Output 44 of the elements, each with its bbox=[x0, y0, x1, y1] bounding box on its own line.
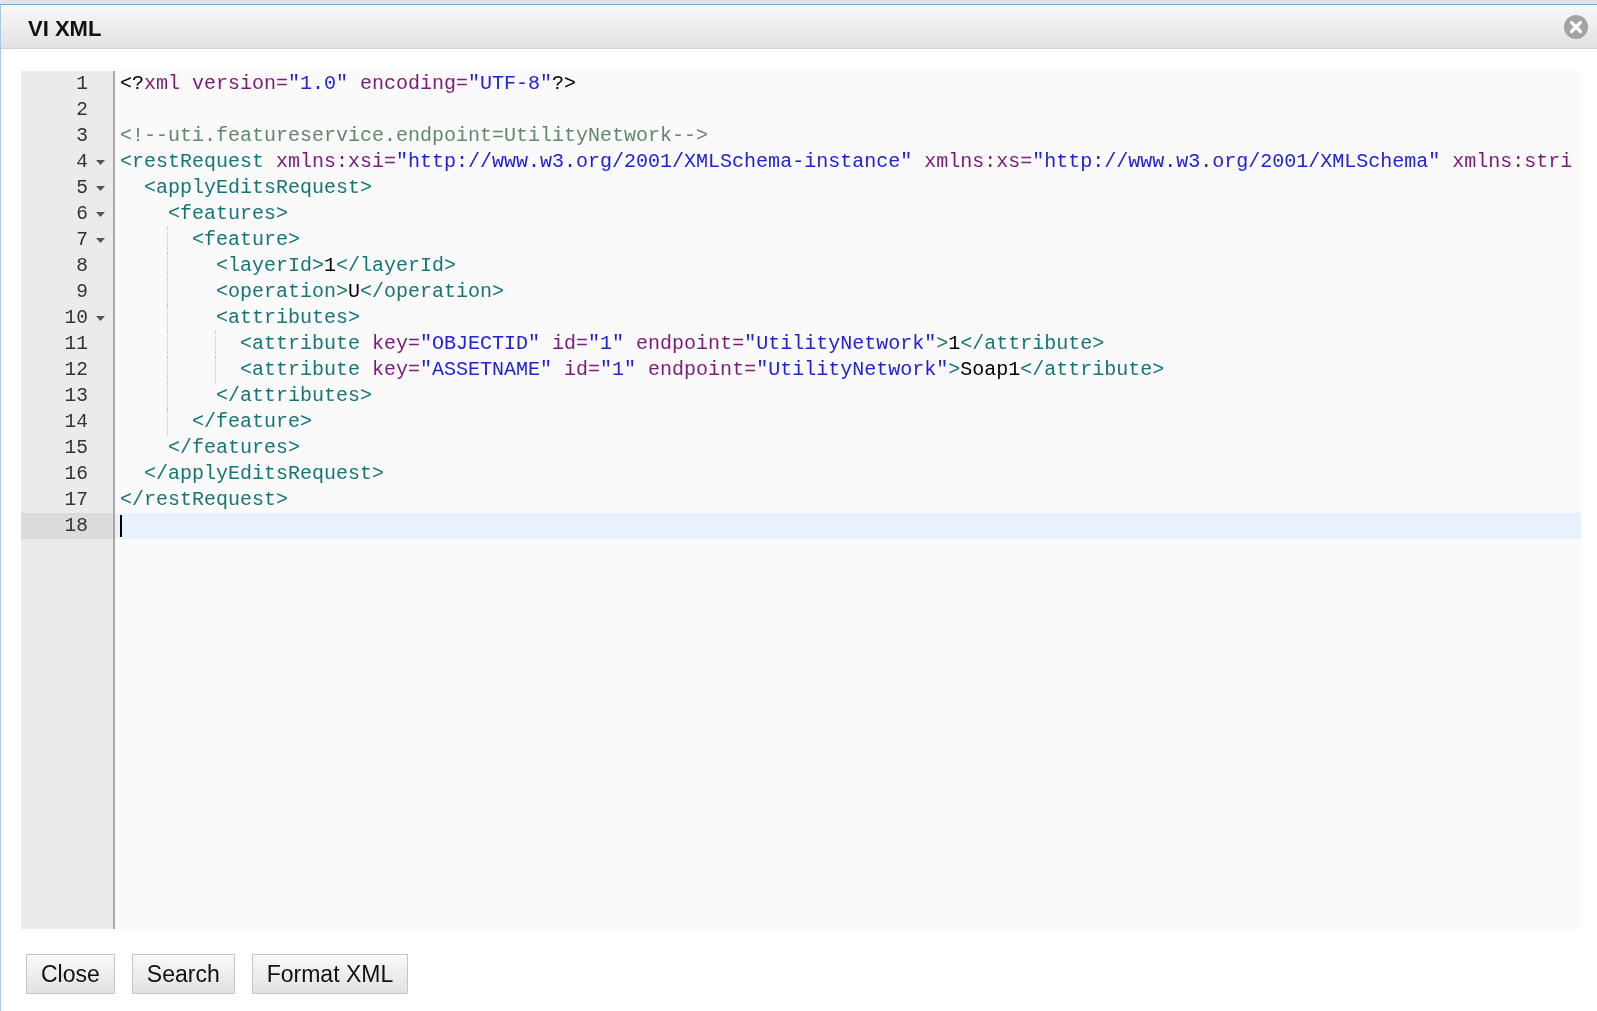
dialog-button[interactable]: Format XML bbox=[251, 954, 409, 994]
code-line: <attribute key="OBJECTID" id="1" endpoint="UtilityNetwork">1</attribute> bbox=[240, 331, 1105, 357]
line-number: 16 bbox=[64, 462, 88, 487]
line-number: 13 bbox=[64, 384, 88, 409]
code-line: <?xml version="1.0" encoding="UTF-8"?> bbox=[120, 71, 577, 97]
line-number: 15 bbox=[64, 436, 88, 461]
code-line: <attribute key="ASSETNAME" id="1" endpoint="UtilityNetwork">Soap1</attribute> bbox=[240, 357, 1165, 383]
dialog-title: VI XML bbox=[28, 15, 102, 42]
code-line: <!--uti.featureservice.endpoint=UtilityNetwork--> bbox=[120, 123, 709, 149]
code-line: </attributes> bbox=[216, 383, 373, 409]
line-number: 6 bbox=[76, 202, 88, 227]
code-line: </restRequest> bbox=[120, 487, 289, 513]
code-line: <feature> bbox=[192, 227, 301, 253]
dialog-button[interactable]: Search bbox=[131, 954, 235, 994]
line-number: 12 bbox=[64, 358, 88, 383]
line-number: 7 bbox=[76, 228, 88, 253]
code-line: </features> bbox=[168, 435, 301, 461]
fold-caret-icon[interactable] bbox=[96, 211, 105, 217]
line-number: 3 bbox=[76, 124, 88, 149]
code-line: </applyEditsRequest> bbox=[144, 461, 385, 487]
code-line: <restRequest xmlns:xsi="http://www.w3.org/2001/XMLSchema-instance" xmlns:xs="http://www.w3.org/2001/XMLSchema" xmlns:stri bbox=[120, 149, 1573, 175]
line-number: 9 bbox=[76, 280, 88, 305]
line-number: 11 bbox=[64, 332, 88, 357]
fold-caret-icon[interactable] bbox=[96, 159, 105, 165]
code-line: <layerId>1</layerId> bbox=[216, 253, 457, 279]
code-line: <features> bbox=[168, 201, 289, 227]
code-line: <operation>U</operation> bbox=[216, 279, 505, 305]
line-number: 4 bbox=[76, 150, 88, 175]
line-number: 8 bbox=[76, 254, 88, 279]
code-line: <applyEditsRequest> bbox=[144, 175, 373, 201]
line-number: 18 bbox=[64, 514, 88, 539]
line-number: 1 bbox=[76, 72, 88, 97]
fold-caret-icon[interactable] bbox=[96, 237, 105, 243]
code-line: <attributes> bbox=[216, 305, 361, 331]
code-line: </feature> bbox=[192, 409, 313, 435]
line-number: 14 bbox=[64, 410, 88, 435]
dialog-button[interactable]: Close bbox=[26, 954, 115, 994]
line-number: 10 bbox=[64, 306, 88, 331]
fold-caret-icon[interactable] bbox=[96, 185, 105, 191]
line-number: 17 bbox=[64, 488, 88, 513]
line-number: 5 bbox=[76, 176, 88, 201]
fold-caret-icon[interactable] bbox=[96, 315, 105, 321]
line-number: 2 bbox=[76, 98, 88, 123]
text-cursor bbox=[120, 515, 122, 537]
